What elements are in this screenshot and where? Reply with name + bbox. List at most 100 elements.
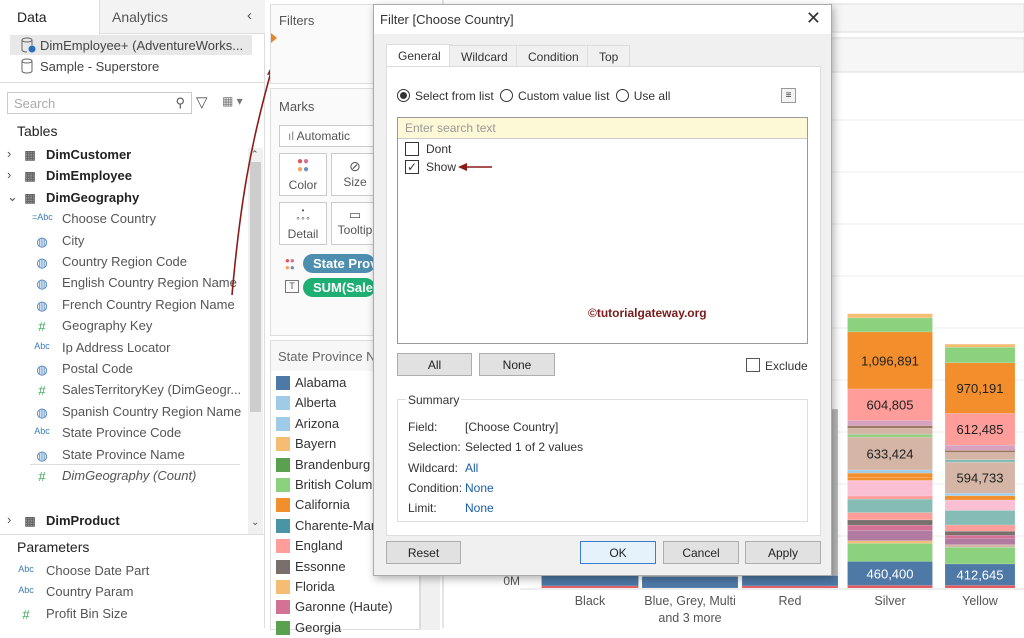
divider <box>30 464 240 465</box>
field-item[interactable]: ◍ Spanish Country Region Name <box>0 402 248 423</box>
list-menu-icon[interactable]: ≡ <box>781 88 796 103</box>
data-source-superstore[interactable]: Sample - Superstore <box>10 56 252 76</box>
reset-button[interactable]: Reset <box>386 541 461 564</box>
legend-swatch <box>276 376 290 390</box>
checkbox-show[interactable]: ✓ <box>405 160 419 174</box>
chevron-right-icon[interactable]: › <box>7 167 11 182</box>
legend-item[interactable]: Brandenburg <box>276 455 376 475</box>
legend-item[interactable]: England <box>276 536 376 556</box>
tab-condition[interactable]: Condition <box>516 45 591 67</box>
radio-use-all[interactable]: Use all <box>615 89 671 103</box>
tab-wildcard[interactable]: Wildcard <box>449 45 520 67</box>
scroll-down-icon[interactable]: ⌄ <box>251 517 259 528</box>
ok-button[interactable]: OK <box>580 541 656 564</box>
checkbox-dont[interactable] <box>405 142 419 156</box>
none-button[interactable]: None <box>479 353 555 376</box>
label-pill[interactable]: SUM(Sales Amount) <box>303 278 375 297</box>
bar-segment <box>847 434 933 438</box>
legend-item[interactable]: Essonne <box>276 557 376 577</box>
summary-label: Field: <box>408 420 438 434</box>
legend-item[interactable]: California <box>276 495 376 515</box>
x-tick-label: Black <box>575 594 606 608</box>
legend-label: Alabama <box>295 375 347 390</box>
field-item[interactable]: Abc State Province Code <box>0 423 248 444</box>
legend-label: Garonne (Haute) <box>295 599 393 615</box>
item-label: SalesTerritoryKey (DimGeogr... <box>62 382 242 398</box>
apply-button[interactable]: Apply <box>745 541 821 564</box>
all-button[interactable]: All <box>397 353 472 376</box>
exclude-checkbox[interactable] <box>746 358 760 372</box>
database-check-icon <box>21 37 36 53</box>
field-item[interactable]: ◍ City <box>0 231 248 252</box>
size-card[interactable]: ⊘ Size <box>331 153 379 196</box>
chevron-right-icon[interactable]: › <box>7 512 11 527</box>
size-icon: ⊘ <box>349 158 361 174</box>
legend-item[interactable]: Charente-Maritime <box>276 516 403 536</box>
table-item[interactable]: › ▦ DimEmployee <box>0 166 248 187</box>
radio-select-from-list[interactable]: Select from list <box>397 89 494 103</box>
legend-item[interactable]: Alabama <box>276 373 376 393</box>
field-item[interactable]: ◍ State Province Name <box>0 445 248 466</box>
mark-type-select[interactable]: ıl Automatic <box>279 125 379 147</box>
radio-button[interactable] <box>397 89 410 102</box>
summary-value[interactable]: All <box>465 461 478 475</box>
cancel-button[interactable]: Cancel <box>663 541 739 564</box>
detail-card[interactable]: • ∘∘∘ Detail <box>279 202 327 245</box>
chevron-down-icon[interactable]: ⌄ <box>7 189 18 205</box>
radio-button[interactable] <box>615 89 629 102</box>
table-item[interactable]: › ▦ DimCustomer <box>0 145 248 166</box>
string-icon: Abc <box>18 564 34 574</box>
color-dots-icon: ●● ●● <box>296 156 310 175</box>
color-card[interactable]: ●● ●● Color <box>279 153 327 196</box>
data-source-dimemployee[interactable]: DimEmployee+ (AdventureWorks... <box>10 35 252 55</box>
field-item[interactable]: Abc Ip Address Locator <box>0 338 248 359</box>
string-icon: =Abc <box>32 212 53 223</box>
color-pill[interactable]: State Province Name <box>303 254 375 273</box>
list-search-input[interactable]: Enter search text <box>398 118 807 139</box>
bar-segment <box>741 585 839 589</box>
field-item[interactable]: ◍ English Country Region Name <box>0 273 248 294</box>
legend-label: Georgia <box>295 619 342 635</box>
search-input[interactable]: Search ⚲ <box>7 92 192 114</box>
field-item[interactable]: ◍ Country Region Code <box>0 252 248 273</box>
string-icon: Abc <box>34 426 50 437</box>
legend-item[interactable]: Alberta <box>276 393 376 413</box>
filters-shelf[interactable]: Filters <box>270 4 374 84</box>
summary-label: Condition: <box>408 480 463 495</box>
item-label: Country Param <box>46 584 134 600</box>
tab-data[interactable]: Data <box>0 0 100 35</box>
close-icon[interactable]: ✕ <box>806 8 821 29</box>
field-item[interactable]: =Abc Choose Country <box>0 209 248 230</box>
tab-top[interactable]: Top <box>587 45 631 67</box>
tab-analytics[interactable]: Analytics <box>112 9 168 25</box>
legend-item[interactable]: British Columbia <box>276 475 390 495</box>
chevron-right-icon[interactable]: › <box>7 146 11 161</box>
filter-icon[interactable]: ▽ <box>196 93 208 111</box>
legend-item[interactable]: Garonne (Haute) <box>276 597 393 617</box>
tab-general[interactable]: General <box>386 44 453 67</box>
parameter-item[interactable]: Abc Country Param <box>0 582 248 603</box>
summary-value[interactable]: None <box>465 501 494 515</box>
item-label: Choose Date Part <box>46 563 150 578</box>
summary-value[interactable]: None <box>465 481 494 495</box>
tooltip-card[interactable]: ▭ Tooltip <box>331 202 379 245</box>
parameter-item[interactable]: # Profit Bin Size <box>0 604 248 625</box>
collapse-pane-icon[interactable]: ‹ <box>247 7 252 24</box>
field-item[interactable]: ◍ French Country Region Name <box>0 295 248 316</box>
table-item[interactable]: ⌄ ▦ DimGeography <box>0 188 248 209</box>
radio-label: Use all <box>633 89 671 103</box>
search-placeholder: Search <box>14 96 56 111</box>
detail-icon: • ∘∘∘ <box>295 206 311 223</box>
field-item[interactable]: # DimGeography (Count) <box>0 466 248 487</box>
field-item[interactable]: # SalesTerritoryKey (DimGeogr... <box>0 380 248 401</box>
parameter-item[interactable]: Abc Choose Date Part <box>0 561 248 582</box>
field-item[interactable]: ◍ Postal Code <box>0 359 248 380</box>
field-item[interactable]: # Geography Key <box>0 316 248 337</box>
legend-item[interactable]: Bayern <box>276 434 376 454</box>
legend-item[interactable]: Florida <box>276 577 376 597</box>
radio-button[interactable] <box>500 89 514 102</box>
exclude-label: Exclude <box>765 359 808 373</box>
table-item[interactable]: › ▦ DimProduct <box>0 511 248 532</box>
legend-item[interactable]: Arizona <box>276 414 376 434</box>
radio-custom-value-list[interactable]: Custom value list <box>500 89 609 103</box>
